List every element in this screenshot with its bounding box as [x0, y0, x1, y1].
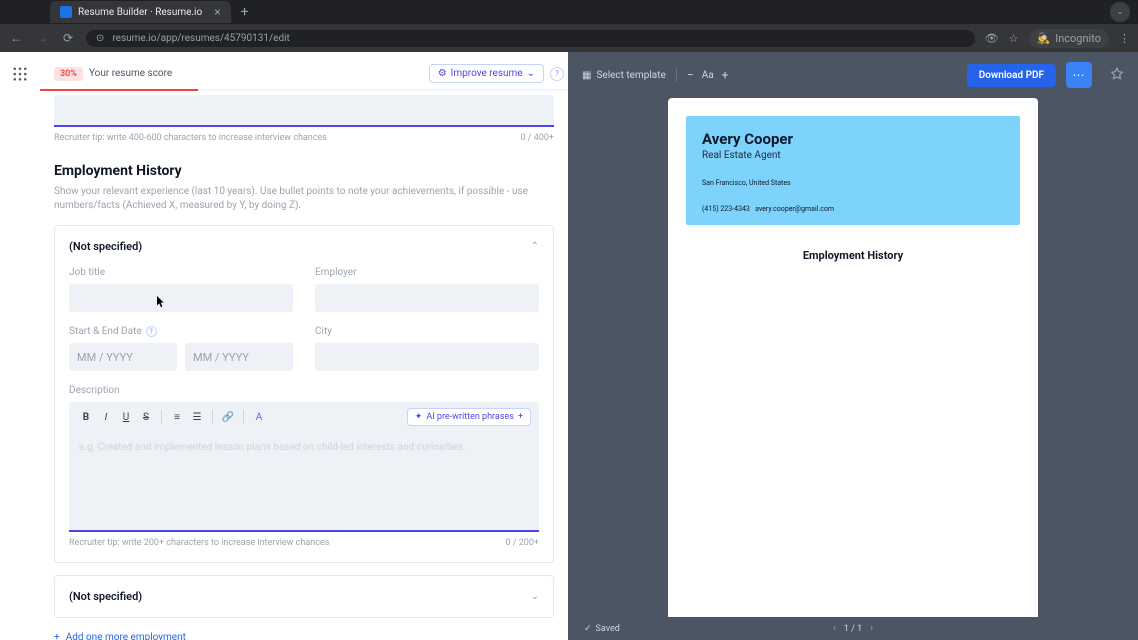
browser-menu-icon[interactable]: ⋮	[1119, 32, 1130, 45]
unordered-list-button[interactable]: ☰	[188, 408, 206, 426]
apps-grid-icon[interactable]	[13, 66, 27, 80]
ordered-list-button[interactable]: ≡	[168, 408, 186, 426]
help-icon[interactable]: ?	[550, 67, 564, 81]
start-date-input[interactable]	[69, 343, 177, 371]
employer-input[interactable]	[315, 284, 539, 312]
resume-contact: (415) 223-4343 avery.cooper@gmail.com	[702, 205, 1004, 213]
more-options-button[interactable]: ⋯	[1066, 62, 1092, 88]
strike-button[interactable]: S	[137, 408, 155, 426]
settings-icon[interactable]	[1110, 66, 1124, 85]
incognito-badge: 🕵 Incognito	[1029, 29, 1110, 48]
employer-label: Employer	[315, 267, 539, 278]
site-info-icon[interactable]: ⊙	[96, 33, 104, 44]
score-label: Your resume score	[89, 68, 172, 79]
job-title-label: Job title	[69, 267, 293, 278]
link-button[interactable]: 🔗	[219, 408, 237, 426]
separator	[676, 68, 677, 82]
close-tab-icon[interactable]: ×	[214, 5, 220, 19]
employment-item-title: (Not specified)	[69, 240, 142, 253]
resume-role: Real Estate Agent	[702, 150, 1004, 161]
ai-button[interactable]: A	[250, 408, 268, 426]
job-title-input[interactable]	[69, 284, 293, 312]
browser-dropdown-icon[interactable]: ⌄	[1110, 2, 1130, 22]
forward-button[interactable]: →	[34, 31, 50, 45]
progress-bar	[40, 89, 568, 91]
dates-label: Start & End Date ?	[69, 326, 293, 337]
sparkle-icon: ✦	[415, 412, 423, 422]
chevron-down-icon: ⌄	[531, 591, 539, 602]
back-button[interactable]: ←	[8, 31, 24, 45]
score-badge: 30%	[54, 67, 83, 81]
employment-item-title: (Not specified)	[69, 590, 142, 603]
description-count: 0 / 200+	[505, 538, 539, 548]
progress-fill	[40, 89, 198, 91]
underline-button[interactable]: U	[117, 408, 135, 426]
info-icon[interactable]: ?	[146, 326, 157, 337]
download-pdf-button[interactable]: Download PDF	[967, 64, 1056, 87]
chevron-down-icon: ⌄	[527, 68, 535, 79]
improve-resume-button[interactable]: ⚙ Improve resume ⌄	[429, 64, 544, 83]
summary-count: 0 / 400+	[520, 133, 554, 143]
description-toolbar: B I U S ≡ ☰ 🔗 A ✦ AI pre-written phrases…	[69, 402, 539, 432]
employment-history-help: Show your relevant experience (last 10 y…	[40, 185, 568, 213]
city-input[interactable]	[315, 343, 539, 371]
bold-button[interactable]: B	[77, 408, 95, 426]
separator	[161, 410, 162, 424]
check-icon: ✓	[584, 624, 592, 634]
resume-preview: Avery Cooper Real Estate Agent San Franc…	[668, 98, 1038, 617]
separator	[212, 410, 213, 424]
zoom-in-button[interactable]: +	[722, 68, 729, 82]
plus-icon: +	[54, 632, 60, 640]
tab-title: Resume Builder · Resume.io	[78, 7, 202, 18]
prev-page-button[interactable]: ‹	[833, 623, 836, 634]
new-tab-button[interactable]: +	[231, 4, 259, 20]
ai-phrases-button[interactable]: ✦ AI pre-written phrases +	[407, 408, 531, 426]
zoom-out-button[interactable]: −	[687, 68, 694, 82]
select-template-button[interactable]: ▦ Select template	[582, 70, 666, 81]
reload-button[interactable]: ⟳	[60, 31, 76, 45]
improve-icon: ⚙	[438, 68, 447, 79]
page-indicator: 1 / 1	[844, 624, 862, 634]
star-icon[interactable]: ☆	[1009, 32, 1019, 45]
chevron-up-icon: ⌃	[531, 241, 539, 252]
incognito-label: Incognito	[1055, 32, 1101, 45]
favicon	[60, 6, 72, 18]
next-page-button[interactable]: ›	[870, 623, 873, 634]
eye-icon[interactable]: 👁	[985, 32, 999, 45]
end-date-input[interactable]	[185, 343, 293, 371]
italic-button[interactable]: I	[97, 408, 115, 426]
employment-history-title: Employment History	[40, 143, 568, 185]
add-employment-button[interactable]: + Add one more employment	[40, 618, 568, 640]
plus-icon: +	[518, 412, 523, 422]
resume-section-employment: Employment History	[686, 249, 1020, 262]
separator	[243, 410, 244, 424]
summary-editor[interactable]	[54, 95, 554, 127]
description-label: Description	[69, 385, 539, 396]
resume-location: San Francisco, United States	[702, 179, 1004, 187]
browser-tab[interactable]: Resume Builder · Resume.io ×	[50, 1, 231, 23]
grid-icon: ▦	[582, 70, 591, 81]
description-editor[interactable]: e.g. Created and implemented lesson plan…	[69, 432, 539, 532]
employment-item-header[interactable]: (Not specified) ⌃	[69, 240, 539, 253]
saved-indicator: ✓ Saved	[584, 624, 620, 634]
summary-tip: Recruiter tip: write 400-600 characters …	[54, 133, 327, 143]
city-label: City	[315, 326, 539, 337]
url-text: resume.io/app/resumes/45790131/edit	[112, 33, 289, 44]
employment-item-expanded: (Not specified) ⌃ Job title Employer Sta…	[54, 225, 554, 563]
resume-header: Avery Cooper Real Estate Agent San Franc…	[686, 116, 1020, 225]
text-size-icon: Aa	[702, 70, 714, 81]
resume-name: Avery Cooper	[702, 130, 1004, 148]
incognito-icon: 🕵	[1037, 32, 1051, 45]
employment-item-collapsed[interactable]: (Not specified) ⌄	[54, 575, 554, 618]
address-bar[interactable]: ⊙ resume.io/app/resumes/45790131/edit	[86, 30, 975, 47]
description-tip: Recruiter tip: write 200+ characters to …	[69, 538, 329, 548]
